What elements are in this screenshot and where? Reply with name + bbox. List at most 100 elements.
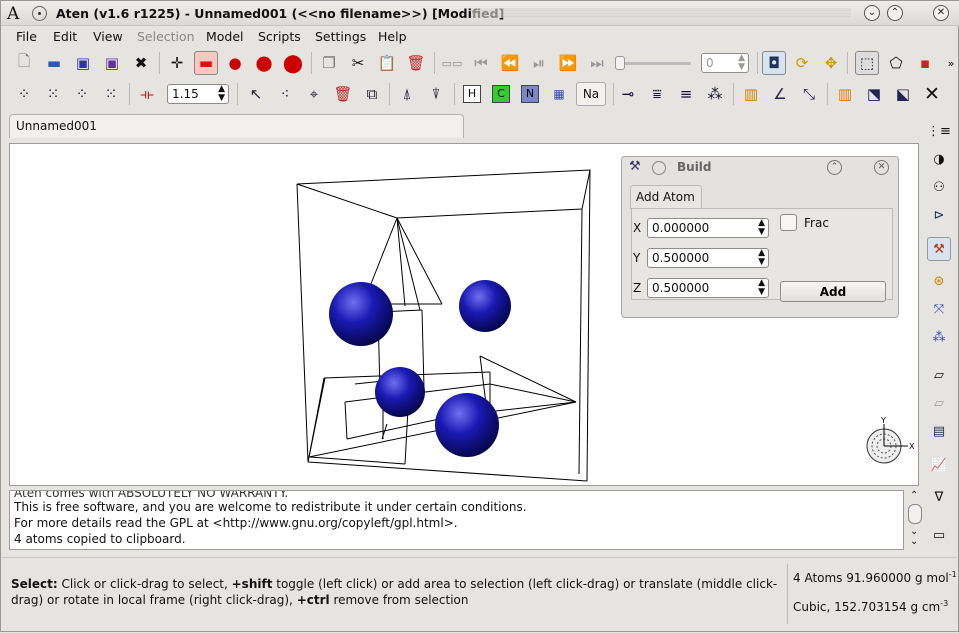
menu-model[interactable]: Model [206,29,244,44]
cut-icon[interactable]: ✂ [346,51,370,75]
cell-definition-icon[interactable]: ▱ [927,363,951,387]
tab-unnamed001[interactable]: Unnamed001 [9,114,464,138]
trajectory-icon[interactable]: ▭▭ [440,51,464,75]
select-invert-icon[interactable]: ⁙ [99,82,123,106]
pin-icon[interactable] [652,161,666,175]
select-lasso-icon[interactable]: ⬠ [884,51,908,75]
frame-slider-handle[interactable] [615,56,625,70]
menu-help[interactable]: Help [378,29,407,44]
graphs-icon[interactable]: 📈 [927,453,951,477]
atom-sphere[interactable] [375,367,425,417]
select-atoms-icon[interactable]: ⁘ [12,82,36,106]
select-mode-icon[interactable]: ◘ [762,51,786,75]
scroll-thumb[interactable] [908,504,922,524]
save-as-icon[interactable]: ▣ [100,51,124,75]
translate-mode-icon[interactable]: ✥ [819,51,843,75]
element-na-button[interactable]: Na [576,82,606,106]
text-labels-icon[interactable]: ⊳ [927,203,951,227]
draw-stick-icon[interactable]: ✛ [165,51,189,75]
copy-icon[interactable]: ❐ [317,51,341,75]
close-model-icon[interactable]: ✖ [129,51,153,75]
list-measurements-icon[interactable]: ⬔ [862,82,886,106]
menu-selection[interactable]: Selection [137,29,195,44]
draw-fragment-icon[interactable]: ⌖ [302,82,326,106]
atom-sphere[interactable] [329,282,393,346]
select-molecule-icon[interactable]: ⁙ [41,82,65,106]
message-log[interactable]: Aten comes with ABSOLUTELY NO WARRANTY. … [9,490,904,550]
pin-icon[interactable] [32,6,47,21]
measure-angle-icon[interactable]: ∠ [768,82,792,106]
draw-chain-icon[interactable]: ⁖ [273,82,297,106]
atom-sphere[interactable] [459,280,511,332]
spin-arrows-icon[interactable]: ▲ ▼ [738,54,745,72]
first-frame-icon[interactable]: ⏮ [469,51,493,75]
atom-list-icon[interactable]: ⋮≡ [927,119,951,143]
spin-arrows-icon[interactable]: ▲ ▼ [758,219,765,237]
cell-transform-icon[interactable]: ▱ [927,391,951,415]
select-box-icon[interactable]: ⬚ [855,51,879,75]
element-h-button[interactable]: H [463,85,481,103]
paste-icon[interactable]: 📋 [375,51,399,75]
build-close-button[interactable]: ✕ [874,160,889,175]
position-icon[interactable]: ⤧ [927,297,951,321]
z-coordinate-field[interactable]: 0.500000 ▲ ▼ [647,278,769,298]
draw-tube-icon[interactable]: ▬ [194,51,218,75]
bond-calc-icon[interactable]: ⟛ [135,82,159,106]
menu-file[interactable]: File [16,29,37,44]
menu-scripts[interactable]: Scripts [258,29,301,44]
spin-arrows-icon[interactable]: ▲ ▼ [758,279,765,297]
draw-atom-icon[interactable]: ↖ [244,82,268,106]
frame-spinbox[interactable]: 0 ▲ ▼ [701,53,749,73]
rotate-mode-icon[interactable]: ⟳ [790,51,814,75]
menu-view[interactable]: View [93,29,123,44]
spin-arrows-icon[interactable]: ▲ ▼ [218,85,225,103]
measure-distance-icon[interactable]: ▥ [739,82,763,106]
forcefield-icon[interactable]: ∇ [927,485,951,509]
transform-icon[interactable]: ⁂ [927,325,951,349]
save-icon[interactable]: ▣ [71,51,95,75]
open-file-icon[interactable]: ▬ [42,51,66,75]
draw-scaled-icon[interactable]: ⬤ [252,51,276,75]
maximize-button[interactable]: ⌃ [887,5,903,21]
atom-sphere[interactable] [435,393,499,457]
new-file-icon[interactable]: 🗋 [12,51,36,75]
command-icon[interactable]: ▭ [927,523,951,547]
app-icon[interactable]: A [7,4,19,24]
glyphs-icon[interactable]: ⚇ [927,175,951,199]
bond-tolerance-spinbox[interactable]: 1.15 ▲ ▼ [167,84,229,104]
frame-slider[interactable] [615,56,691,70]
cell-replicate-icon[interactable]: ▤ [927,419,951,443]
transmute-icon[interactable]: ⧉ [360,82,384,106]
delete-icon[interactable]: 🗑 [404,51,428,75]
geometry-icon[interactable]: ⊛ [927,269,951,293]
last-frame-icon[interactable]: ⏭ [585,51,609,75]
add-hydrogen-icon[interactable]: ⍋ [395,82,419,106]
build-tool-icon[interactable]: ⚒ [927,237,951,261]
delete-atom-icon[interactable]: 🗑 [331,82,355,106]
tab-add-atom[interactable]: Add Atom [630,185,702,209]
bond-triple-icon[interactable]: ≡ [674,82,698,106]
clear-icon[interactable]: ✕ [920,82,944,106]
bond-delete-icon[interactable]: ⁂ [703,82,727,106]
shade-button[interactable]: ⌃ [827,160,842,175]
periodic-table-icon[interactable]: ▦ [547,82,571,106]
add-hydrogen-model-icon[interactable]: ⍒ [424,82,448,106]
x-coordinate-field[interactable]: 0.000000 ▲ ▼ [647,218,769,238]
log-scrollbar[interactable]: ⌃ ⌄ ⌄ [906,490,924,550]
draw-sphere-icon[interactable]: ● [223,51,247,75]
view-icon[interactable]: ◑ [927,147,951,171]
minimize-button[interactable]: ⌄ [864,5,880,21]
prev-frame-icon[interactable]: ⏪ [498,51,522,75]
element-c-button[interactable]: C [492,85,510,103]
close-button[interactable]: ✕ [933,5,949,21]
play-icon[interactable]: ⏯ [527,51,551,75]
draw-scaled-sphere-icon[interactable]: ⬤ [281,51,305,75]
add-button[interactable]: Add [780,281,886,302]
clear-measurements-icon[interactable]: ▥ [833,82,857,106]
measure-torsion-icon[interactable]: ⤡ [797,82,821,106]
menu-settings[interactable]: Settings [315,29,366,44]
next-frame-icon[interactable]: ⏩ [556,51,580,75]
measure-all-icon[interactable]: ⬕ [891,82,915,106]
frac-checkbox[interactable] [780,214,797,231]
build-titlebar[interactable]: ⚒ Build ⌃ ✕ [622,157,898,179]
